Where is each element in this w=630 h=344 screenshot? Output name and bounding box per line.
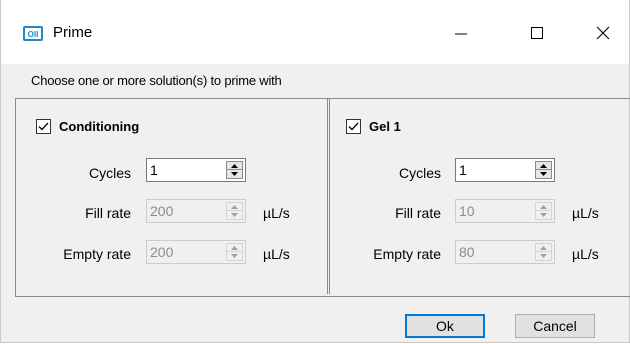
increment-button — [535, 202, 552, 211]
arrow-up-icon — [231, 204, 238, 209]
arrow-down-icon — [540, 213, 547, 217]
increment-button — [226, 243, 243, 252]
ok-button[interactable]: Ok — [405, 314, 485, 338]
title-bar: OII Prime — [1, 0, 629, 64]
arrow-down-icon — [231, 172, 238, 176]
arrow-down-icon — [540, 172, 547, 176]
app-icon: OII — [23, 26, 43, 41]
checkbox-label: Gel 1 — [369, 119, 401, 134]
arrow-down-icon — [231, 254, 238, 258]
checkmark-icon — [38, 122, 49, 131]
minimize-icon — [455, 33, 467, 35]
stepper-buttons — [226, 243, 243, 261]
increment-button — [226, 202, 243, 211]
close-icon — [596, 26, 610, 40]
decrement-button — [226, 252, 243, 261]
empty-rate-unit: µL/s — [263, 246, 290, 262]
fill-rate-stepper: 10 — [455, 199, 555, 223]
maximize-button[interactable] — [515, 18, 559, 48]
conditioning-checkbox[interactable]: Conditioning — [36, 119, 139, 134]
checkbox-label: Conditioning — [59, 119, 140, 134]
solutions-group: Conditioning Cycles 1 Fill rate 200 µL/s… — [15, 98, 630, 297]
fill-rate-stepper: 200 — [146, 199, 246, 223]
close-button[interactable] — [581, 18, 625, 48]
checkbox-box[interactable] — [346, 119, 361, 134]
arrow-up-icon — [231, 245, 238, 250]
cycles-value[interactable]: 1 — [150, 162, 158, 178]
stepper-buttons — [226, 161, 243, 179]
decrement-button — [226, 211, 243, 220]
empty-rate-unit: µL/s — [572, 246, 599, 262]
empty-rate-label: Empty rate — [373, 246, 441, 262]
fill-rate-value: 200 — [150, 203, 174, 219]
decrement-button — [535, 252, 552, 261]
arrow-down-icon — [540, 254, 547, 258]
arrow-up-icon — [540, 204, 547, 209]
arrow-up-icon — [540, 163, 547, 168]
checkbox-box[interactable] — [36, 119, 51, 134]
cycles-stepper[interactable]: 1 — [455, 158, 555, 182]
gel-1-checkbox[interactable]: Gel 1 — [346, 119, 401, 134]
fill-rate-label: Fill rate — [85, 205, 131, 221]
checkmark-icon — [348, 122, 359, 131]
decrement-button — [535, 211, 552, 220]
stepper-buttons — [535, 202, 552, 220]
maximize-icon — [531, 27, 543, 39]
cycles-label: Cycles — [88, 165, 131, 181]
stepper-buttons — [535, 161, 552, 179]
stepper-buttons — [535, 243, 552, 261]
instruction-text: Choose one or more solution(s) to prime … — [31, 73, 282, 88]
stepper-buttons — [226, 202, 243, 220]
fill-rate-label: Fill rate — [395, 205, 441, 221]
cancel-button[interactable]: Cancel — [515, 314, 595, 338]
increment-button[interactable] — [226, 161, 243, 170]
cycles-label: Cycles — [398, 165, 441, 181]
svg-text:OII: OII — [28, 30, 39, 39]
empty-rate-value: 80 — [459, 244, 475, 260]
arrow-down-icon — [231, 213, 238, 217]
panel-gel-1: Gel 1 Cycles 1 Fill rate 10 µL/s Empty r… — [329, 99, 630, 294]
empty-rate-label: Empty rate — [63, 246, 131, 262]
decrement-button[interactable] — [535, 170, 552, 179]
cycles-value[interactable]: 1 — [459, 162, 467, 178]
increment-button — [535, 243, 552, 252]
decrement-button[interactable] — [226, 170, 243, 179]
minimize-button[interactable] — [439, 18, 483, 48]
fill-rate-unit: µL/s — [572, 205, 599, 221]
arrow-up-icon — [231, 163, 238, 168]
cycles-stepper[interactable]: 1 — [146, 158, 246, 182]
panel-conditioning: Conditioning Cycles 1 Fill rate 200 µL/s… — [16, 99, 328, 294]
prime-dialog: OII Prime Choose one or more solution(s)… — [0, 0, 630, 343]
empty-rate-stepper: 80 — [455, 240, 555, 264]
increment-button[interactable] — [535, 161, 552, 170]
fill-rate-unit: µL/s — [263, 205, 290, 221]
fill-rate-value: 10 — [459, 203, 475, 219]
empty-rate-value: 200 — [150, 244, 174, 260]
arrow-up-icon — [540, 245, 547, 250]
empty-rate-stepper: 200 — [146, 240, 246, 264]
window-title: Prime — [53, 24, 93, 41]
